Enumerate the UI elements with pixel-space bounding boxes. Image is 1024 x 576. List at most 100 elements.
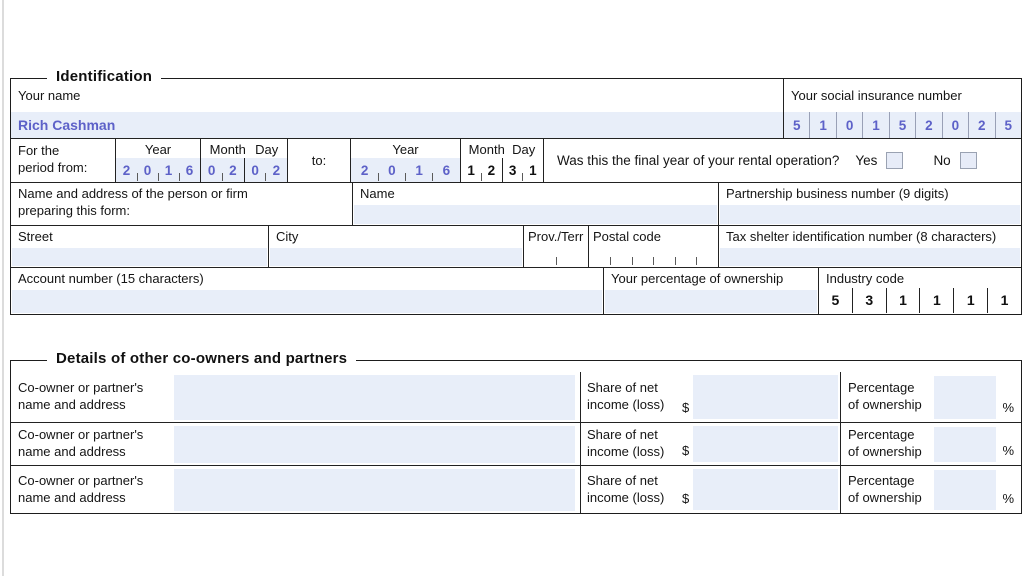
digit-cell: 5 <box>889 112 915 138</box>
address-row: Street City Prov./Terr Postal code Tax s… <box>11 225 1021 267</box>
partnership-number-cell: Partnership business number (9 digits) <box>718 183 1021 225</box>
city-label: City <box>269 226 523 246</box>
digit-cell: 5 <box>819 288 852 313</box>
tax-shelter-cell: Tax shelter identification number (8 cha… <box>718 226 1021 267</box>
from-monthday-group: Month Day 02 02 <box>200 139 287 182</box>
digit-cell: 1 <box>809 112 835 138</box>
period-from-label: For the period from: <box>11 139 115 182</box>
to-month-input[interactable]: 12 <box>461 158 502 182</box>
to-label: to: <box>287 139 350 182</box>
industry-code-label: Industry code <box>819 268 1021 288</box>
from-day-input[interactable]: 02 <box>244 158 288 182</box>
to-monthday-input[interactable]: 12 31 <box>461 158 543 182</box>
to-monthday-label: Month Day <box>461 139 543 158</box>
your-name-cell: Your name Rich Cashman <box>11 79 783 138</box>
ownership-cell: Your percentage of ownership <box>603 268 818 314</box>
final-year-cell: Was this the final year of your rental o… <box>543 139 1021 182</box>
ownership-field[interactable] <box>605 290 817 313</box>
digit-cell: 3 <box>503 158 523 182</box>
city-cell: City <box>268 226 523 267</box>
your-name-field[interactable]: Rich Cashman <box>11 112 783 138</box>
digit-cell: 2 <box>266 158 287 182</box>
account-number-field[interactable] <box>12 290 602 313</box>
postal-code-input[interactable] <box>589 246 718 266</box>
to-monthday-group: Month Day 12 31 <box>460 139 543 182</box>
co-owner-name-field[interactable] <box>174 375 575 420</box>
coowners-section: Details of other co-owners and partners … <box>10 360 1022 514</box>
preparer-name-label: Name <box>353 183 718 203</box>
co-owner-name-field[interactable] <box>174 469 575 511</box>
identification-section: Identification Your name Rich Cashman Yo… <box>10 78 1022 315</box>
digit-cell: 2 <box>481 158 501 182</box>
from-year-input[interactable]: 2016 <box>116 158 200 182</box>
to-day-input[interactable]: 31 <box>502 158 544 182</box>
sin-input[interactable]: 510152025 <box>784 112 1021 138</box>
digit-cell: 1 <box>158 158 179 182</box>
no-checkbox[interactable] <box>960 152 977 169</box>
from-year-group: Year 2016 <box>115 139 200 182</box>
percentage-field[interactable] <box>934 470 996 510</box>
final-year-question: Was this the final year of your rental o… <box>557 153 839 168</box>
from-monthday-input[interactable]: 02 02 <box>201 158 287 182</box>
dollar-sign: $ <box>682 491 689 506</box>
prov-terr-label: Prov./Terr <box>524 226 588 246</box>
digit-cell: 2 <box>116 158 137 182</box>
period-row: For the period from: Year 2016 Month Day… <box>11 138 1021 182</box>
postal-code-label: Postal code <box>589 226 718 246</box>
share-label: Share of net income (loss) <box>587 427 682 460</box>
digit-cell: 0 <box>836 112 862 138</box>
tax-shelter-field[interactable] <box>720 248 1020 266</box>
share-label: Share of net income (loss) <box>587 473 682 506</box>
yes-checkbox[interactable] <box>886 152 903 169</box>
digit-cell: 1 <box>406 158 433 182</box>
prov-terr-input[interactable] <box>524 246 588 266</box>
account-row: Account number (15 characters) Your perc… <box>11 267 1021 314</box>
percentage-field[interactable] <box>934 427 996 462</box>
sin-label: Your social insurance number <box>784 79 1021 112</box>
street-field[interactable] <box>12 248 267 266</box>
co-owner-name-label: Co-owner or partner's name and address <box>18 380 170 413</box>
city-field[interactable] <box>270 248 522 266</box>
street-label: Street <box>11 226 268 246</box>
industry-code-input[interactable]: 531111 <box>819 288 1021 313</box>
share-field[interactable] <box>693 469 838 510</box>
digit-cell: 3 <box>852 288 886 313</box>
digit-cell: 2 <box>222 158 243 182</box>
digit-cell: 0 <box>245 158 266 182</box>
preparer-row: Name and address of the person or firm p… <box>11 182 1021 225</box>
percentage-field[interactable] <box>934 376 996 419</box>
partnership-number-field[interactable] <box>720 205 1020 224</box>
digit-cell: 1 <box>953 288 987 313</box>
digit-cell: 0 <box>137 158 158 182</box>
digit-cell: 2 <box>351 158 378 182</box>
sin-cell: Your social insurance number 510152025 <box>783 79 1021 138</box>
share-field[interactable] <box>693 375 838 419</box>
digit-cell: 5 <box>784 112 809 138</box>
to-year-label: Year <box>351 139 460 158</box>
dollar-sign: $ <box>682 443 689 458</box>
digit-cell: 1 <box>919 288 953 313</box>
from-year-label: Year <box>116 139 200 158</box>
co-owner-row: Co-owner or partner's name and address S… <box>11 361 1021 422</box>
partnership-number-label: Partnership business number (9 digits) <box>719 183 1021 203</box>
share-label: Share of net income (loss) <box>587 380 682 413</box>
digit-cell: 6 <box>433 158 460 182</box>
co-owner-row: Co-owner or partner's name and address S… <box>11 465 1021 513</box>
co-owner-name-field[interactable] <box>174 426 575 463</box>
to-year-group: Year 2016 <box>350 139 460 182</box>
prov-terr-cell: Prov./Terr <box>523 226 588 267</box>
industry-code-cell: Industry code 531111 <box>818 268 1021 314</box>
dollar-sign: $ <box>682 400 689 415</box>
percent-sign: % <box>996 443 1014 458</box>
street-cell: Street <box>11 226 268 267</box>
co-owner-row: Co-owner or partner's name and address S… <box>11 422 1021 465</box>
preparer-label: Name and address of the person or firm p… <box>11 183 352 225</box>
account-number-cell: Account number (15 characters) <box>11 268 603 314</box>
yes-label: Yes <box>855 153 877 168</box>
no-label: No <box>933 153 950 168</box>
preparer-name-field[interactable] <box>354 205 717 224</box>
share-field[interactable] <box>693 426 838 462</box>
ownership-label: Your percentage of ownership <box>604 268 818 288</box>
to-year-input[interactable]: 2016 <box>351 158 460 182</box>
from-month-input[interactable]: 02 <box>201 158 244 182</box>
